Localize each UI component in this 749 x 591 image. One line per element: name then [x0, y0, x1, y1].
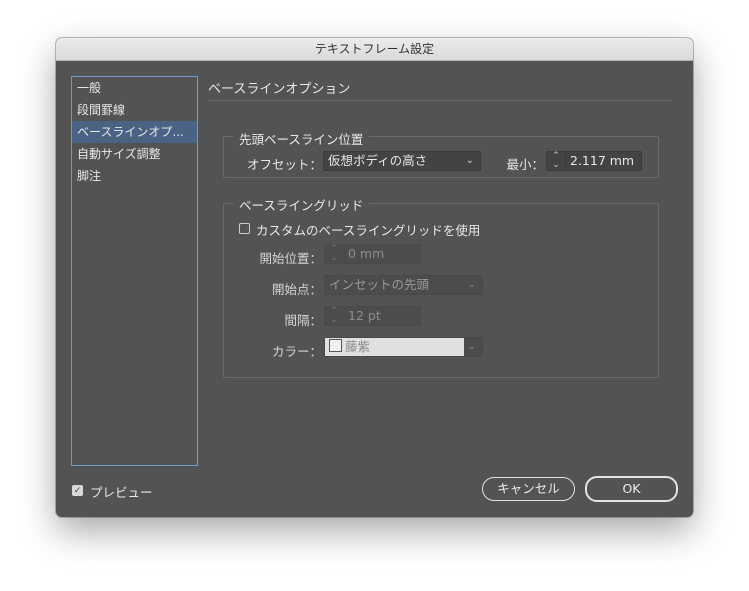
- offset-select[interactable]: 仮想ボディの高さ ⌄: [323, 151, 481, 171]
- start-point-label: 開始点：: [271, 282, 322, 297]
- sidebar-item-footnotes[interactable]: 脚注: [72, 165, 197, 187]
- color-swatch: [329, 339, 342, 352]
- start-point-select-value: インセットの先頭: [329, 277, 430, 292]
- min-stepper[interactable]: ⌃ ⌄ 2.117 mm: [546, 151, 642, 171]
- section-divider: [208, 100, 672, 101]
- sidebar-item-column-rules[interactable]: 段間罫線: [72, 99, 197, 121]
- color-select-field: 藤紫: [325, 338, 464, 356]
- custom-grid-checkbox[interactable]: [239, 223, 250, 234]
- min-value[interactable]: 2.117 mm: [570, 152, 634, 170]
- chevron-down-icon: ⌄: [465, 155, 474, 166]
- custom-grid-checkbox-label: カスタムのベースライングリッドを使用: [256, 223, 481, 238]
- start-position-value[interactable]: 0 mm: [348, 245, 384, 263]
- sidebar-item-general[interactable]: 一般: [72, 77, 197, 99]
- interval-stepper[interactable]: ⌃ ⌄ 12 pt: [324, 306, 421, 326]
- sidebar-item-baseline-options[interactable]: ベースラインオプ...: [72, 121, 197, 143]
- color-select-value: 藤紫: [345, 339, 371, 354]
- start-position-label: 開始位置：: [259, 251, 322, 266]
- interval-label: 間隔：: [284, 313, 322, 328]
- color-label: カラー：: [271, 344, 322, 359]
- stepper-icon[interactable]: ⌃ ⌄: [547, 152, 566, 170]
- preview-checkbox[interactable]: ✓: [72, 485, 83, 496]
- window-title: テキストフレーム設定: [56, 38, 693, 61]
- baseline-grid-group-label: ベースライングリッド: [233, 195, 370, 214]
- min-label: 最小：: [506, 157, 544, 172]
- dialog-window: テキストフレーム設定 一般 段間罫線 ベースラインオプ... 自動サイズ調整 脚…: [56, 38, 693, 517]
- chevron-down-icon: ⌄: [467, 279, 476, 290]
- interval-value[interactable]: 12 pt: [348, 307, 381, 325]
- ok-button[interactable]: OK: [585, 476, 678, 502]
- start-point-select[interactable]: インセットの先頭 ⌄: [324, 275, 483, 295]
- offset-label: オフセット：: [246, 157, 322, 172]
- preview-label: プレビュー: [90, 485, 153, 500]
- checkmark-icon: ✓: [73, 486, 82, 496]
- stepper-icon[interactable]: ⌃ ⌄: [325, 245, 344, 263]
- offset-select-value: 仮想ボディの高さ: [328, 153, 428, 168]
- start-position-stepper[interactable]: ⌃ ⌄ 0 mm: [324, 244, 421, 264]
- color-select[interactable]: 藤紫 ⌄: [324, 337, 483, 357]
- sidebar-item-auto-size[interactable]: 自動サイズ調整: [72, 143, 197, 165]
- stepper-icon[interactable]: ⌃ ⌄: [325, 307, 344, 325]
- chevron-down-icon: ⌄: [467, 341, 476, 352]
- first-baseline-group-label: 先頭ベースライン位置: [233, 129, 370, 148]
- cancel-button[interactable]: キャンセル: [482, 477, 575, 501]
- page-title: ベースラインオプション: [208, 82, 351, 97]
- sidebar-list: 一般 段間罫線 ベースラインオプ... 自動サイズ調整 脚注: [71, 76, 198, 466]
